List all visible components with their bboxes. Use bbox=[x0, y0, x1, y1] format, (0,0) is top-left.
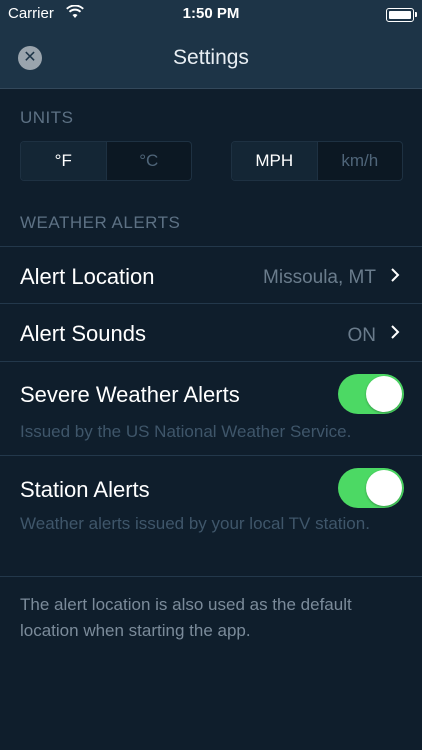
footer-divider bbox=[0, 576, 422, 577]
nav-bar: ✕ Settings bbox=[0, 28, 422, 89]
alert-location-row[interactable]: Alert Location Missoula, MT bbox=[0, 246, 422, 304]
kmh-option[interactable]: km/h bbox=[316, 142, 403, 180]
alert-sounds-value: ON bbox=[347, 325, 377, 346]
station-alerts-description: Weather alerts issued by your local TV s… bbox=[20, 514, 370, 533]
fahrenheit-option[interactable]: °F bbox=[21, 142, 106, 180]
celsius-option[interactable]: °C bbox=[105, 142, 192, 180]
footer-note: The alert location is also used as the d… bbox=[20, 595, 352, 640]
alert-location-value: Missoula, MT bbox=[263, 267, 376, 288]
severe-weather-alerts-row: Severe Weather Alerts Issued by the US N… bbox=[0, 361, 422, 456]
status-time: 1:50 PM bbox=[182, 5, 240, 22]
severe-weather-alerts-description: Issued by the US National Weather Servic… bbox=[20, 422, 352, 441]
chevron-right-icon bbox=[391, 325, 400, 339]
speed-unit-control: MPH km/h bbox=[231, 141, 403, 181]
mph-option[interactable]: MPH bbox=[232, 142, 317, 180]
alert-sounds-row[interactable]: Alert Sounds ON bbox=[0, 303, 422, 362]
station-alerts-label: Station Alerts bbox=[20, 477, 150, 502]
status-bar: Carrier 1:50 PM bbox=[0, 0, 422, 28]
chevron-right-icon bbox=[391, 268, 400, 282]
alert-sounds-label: Alert Sounds bbox=[20, 321, 146, 346]
station-alerts-toggle[interactable] bbox=[338, 468, 404, 508]
station-alerts-row: Station Alerts Weather alerts issued by … bbox=[0, 455, 422, 577]
weather-alerts-section-label: WEATHER ALERTS bbox=[20, 213, 181, 232]
severe-weather-alerts-label: Severe Weather Alerts bbox=[20, 382, 240, 407]
severe-weather-alerts-toggle[interactable] bbox=[338, 374, 404, 414]
toggle-knob bbox=[366, 376, 402, 412]
temperature-unit-control: °F °C bbox=[20, 141, 192, 181]
alert-location-label: Alert Location bbox=[20, 264, 155, 289]
units-section-label: UNITS bbox=[20, 108, 74, 127]
toggle-knob bbox=[366, 470, 402, 506]
battery-icon bbox=[386, 8, 417, 22]
page-title: Settings bbox=[173, 46, 249, 69]
